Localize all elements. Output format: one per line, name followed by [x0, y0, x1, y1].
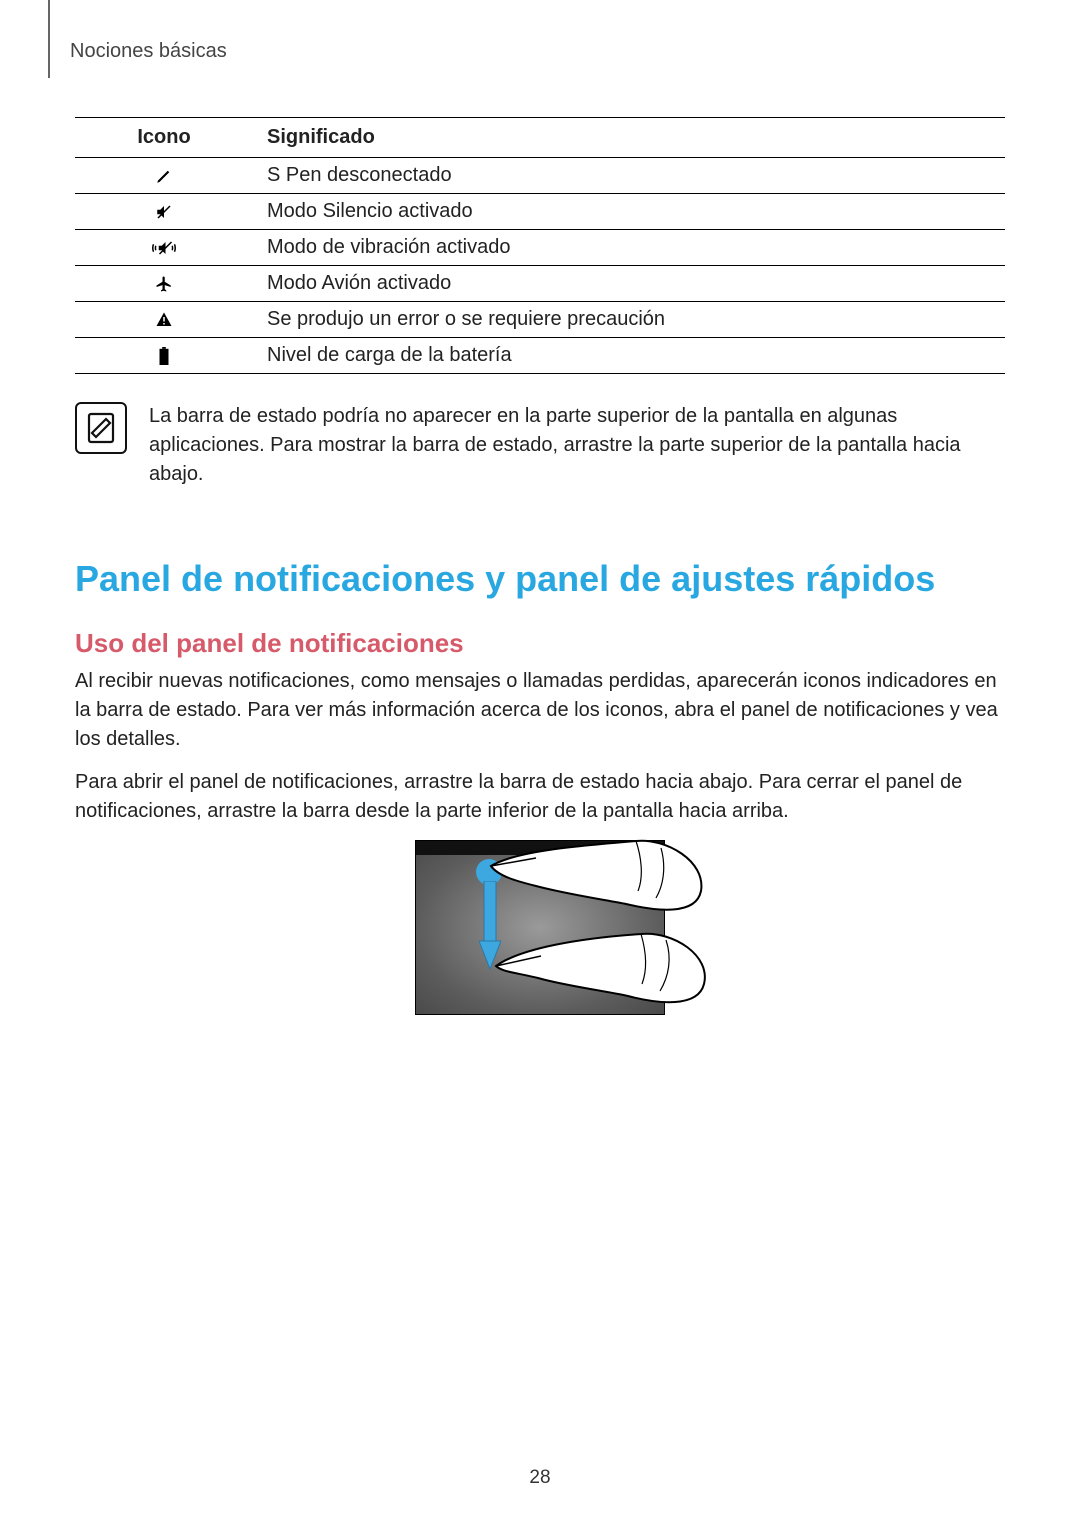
device-screen: ▮10:00 — [415, 840, 665, 1015]
table-cell-meaning: Se produjo un error o se requiere precau… — [253, 302, 1005, 338]
table-row: S Pen desconectado — [75, 158, 1005, 194]
warning-icon — [75, 302, 253, 338]
table-row: Modo de vibración activado — [75, 230, 1005, 266]
table-cell-meaning: S Pen desconectado — [253, 158, 1005, 194]
table-cell-meaning: Nivel de carga de la batería — [253, 338, 1005, 374]
document-page: Nociones básicas Icono Significado S Pen… — [0, 0, 1080, 1527]
table-header-icon: Icono — [75, 118, 253, 158]
page-number: 28 — [0, 1467, 1080, 1489]
table-cell-meaning: Modo de vibración activado — [253, 230, 1005, 266]
note-text: La barra de estado podría no aparecer en… — [149, 402, 1005, 489]
table-row: Se produjo un error o se requiere precau… — [75, 302, 1005, 338]
table-row: Modo Avión activado — [75, 266, 1005, 302]
note-icon — [75, 402, 127, 454]
table-cell-meaning: Modo Silencio activado — [253, 194, 1005, 230]
swipe-down-arrow-icon — [479, 881, 501, 976]
table-header-meaning: Significado — [253, 118, 1005, 158]
mute-icon — [75, 194, 253, 230]
hands-icon — [406, 826, 726, 1026]
subsection-title: Uso del panel de notificaciones — [75, 628, 1005, 659]
section-title: Panel de notificaciones y panel de ajust… — [75, 557, 1005, 600]
vibrate-icon — [75, 230, 253, 266]
table-row: Modo Silencio activado — [75, 194, 1005, 230]
note-box: La barra de estado podría no aparecer en… — [75, 402, 1005, 489]
battery-icon — [75, 338, 253, 374]
illustration-status-bar: ▮10:00 — [416, 841, 664, 855]
illustration-time: 10:00 — [637, 843, 660, 852]
pen-icon — [75, 158, 253, 194]
status-icon-table: Icono Significado S Pen desconectado Mod… — [75, 117, 1005, 374]
battery-mini-icon: ▮ — [631, 841, 636, 855]
page-tab-mark — [48, 0, 50, 78]
breadcrumb: Nociones básicas — [70, 40, 1005, 63]
body-paragraph: Para abrir el panel de notificaciones, a… — [75, 768, 1005, 826]
body-paragraph: Al recibir nuevas notificaciones, como m… — [75, 667, 1005, 754]
table-row: Nivel de carga de la batería — [75, 338, 1005, 374]
airplane-icon — [75, 266, 253, 302]
swipe-illustration: ▮10:00 — [75, 840, 1005, 1015]
table-cell-meaning: Modo Avión activado — [253, 266, 1005, 302]
